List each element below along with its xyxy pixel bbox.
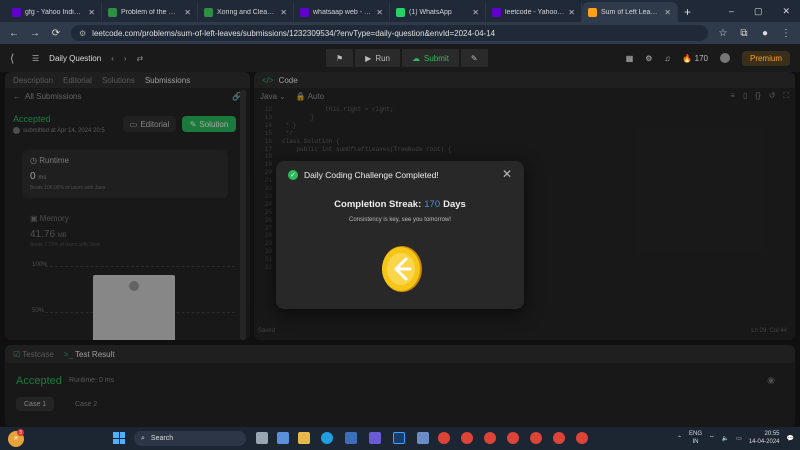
clock[interactable]: 20:55 14-04-2024 — [749, 430, 780, 446]
browser-tab[interactable]: whatsaap web - Yahoo India✕ — [294, 2, 390, 22]
close-tab-icon[interactable]: ✕ — [184, 8, 191, 17]
run-button[interactable]: ▶ Run — [355, 49, 401, 67]
wifi-icon[interactable]: ⌔ — [709, 434, 715, 442]
address-bar: ← → ⟳ ⚙ leetcode.com/problems/sum-of-lef… — [0, 22, 800, 44]
chrome-icon[interactable] — [576, 432, 588, 444]
chrome-icon[interactable] — [507, 432, 519, 444]
new-tab-button[interactable]: + — [678, 2, 697, 22]
favicon-icon — [12, 7, 21, 17]
premium-button[interactable]: Premium — [741, 50, 790, 66]
favicon-icon — [588, 7, 597, 17]
url-field[interactable]: ⚙ leetcode.com/problems/sum-of-left-leav… — [71, 25, 708, 41]
back-icon[interactable]: ← — [8, 28, 20, 39]
favicon-icon — [204, 7, 213, 17]
favicon-icon — [300, 7, 309, 17]
submit-button[interactable]: ☁ Submit — [402, 49, 459, 67]
weather-badge: 3 — [17, 429, 24, 436]
browser-tab[interactable]: leetcode - Yahoo India Search✕ — [486, 2, 582, 22]
site-info-icon[interactable]: ⚙ — [79, 29, 86, 38]
browser-tab[interactable]: Sum of Left Leaves ✕ — [582, 2, 678, 22]
start-button[interactable] — [113, 432, 125, 444]
browser-tab[interactable]: Problem of the Day | GeeksforGeeks✕ — [102, 2, 198, 22]
extensions-icon[interactable]: ⧉ — [738, 28, 750, 39]
chevron-up-icon[interactable]: ⌃ — [677, 435, 682, 442]
forward-icon[interactable]: → — [29, 28, 41, 39]
user-avatar[interactable] — [719, 53, 730, 63]
volume-icon[interactable]: 🔈 — [722, 435, 729, 442]
dialog-subtitle: Consistency is key, see you tomorrow! — [349, 217, 451, 223]
notification-icon[interactable]: 💬 — [787, 435, 794, 442]
debug-button[interactable]: ⚑ — [326, 49, 354, 67]
dialog-title: Daily Coding Challenge Completed! — [304, 170, 439, 180]
layout-icon[interactable]: ▦ — [626, 54, 634, 63]
coin-badge-icon — [382, 246, 422, 292]
streak-counter[interactable]: 🔥 170 — [682, 54, 708, 63]
leetcode-header: ⟨ ☰ Daily Question ‹ › ⇄ ⚑ ▶ Run ☁ Submit … — [0, 44, 800, 72]
reload-icon[interactable]: ⟳ — [50, 28, 62, 39]
browser-tab[interactable]: Xoring and Clearing | Practice✕ — [198, 2, 294, 22]
chrome-icon[interactable] — [438, 432, 450, 444]
chrome-icon[interactable] — [553, 432, 565, 444]
windows-taskbar: ☀ 3 ⌕ Search ⌃ ENG IN ⌔ 🔈 ▭ 20:55 14-04-20… — [0, 427, 800, 450]
daily-question-link[interactable]: Daily Question — [49, 54, 101, 63]
browser-tab-bar: gfg - Yahoo India Search✕Problem of the … — [0, 0, 800, 22]
file-explorer-icon[interactable] — [298, 432, 310, 444]
next-problem-icon[interactable]: › — [124, 54, 127, 63]
chrome-icon[interactable] — [461, 432, 473, 444]
close-tab-icon[interactable]: ✕ — [376, 8, 383, 17]
favicon-icon — [108, 7, 117, 17]
run-submit-bar: ⚑ ▶ Run ☁ Submit ✎ — [326, 49, 488, 67]
minimize-button[interactable]: – — [729, 6, 734, 16]
chrome-icon[interactable] — [484, 432, 496, 444]
window-controls: – ▢ ✕ — [729, 0, 800, 22]
maximize-button[interactable]: ▢ — [754, 6, 763, 17]
streak-count: 170 — [424, 199, 441, 210]
chrome-icon[interactable] — [530, 432, 542, 444]
cloud-upload-icon: ☁ — [412, 53, 421, 63]
task-view-icon[interactable] — [256, 432, 268, 444]
favicon-icon — [492, 7, 501, 17]
close-icon[interactable]: ✕ — [502, 167, 512, 181]
profile-avatar[interactable]: ● — [759, 28, 771, 39]
check-circle-icon: ✓ — [288, 170, 298, 180]
app-icon[interactable] — [369, 432, 381, 444]
teams-icon[interactable] — [277, 432, 289, 444]
app-icon[interactable] — [417, 432, 429, 444]
favicon-icon — [396, 7, 405, 17]
challenge-completed-dialog: ✓ Daily Coding Challenge Completed! ✕ Co… — [276, 161, 524, 309]
header-right: ▦ ⚙ ♫ 🔥 170 Premium — [626, 50, 790, 66]
menu-dots-icon[interactable]: ⋮ — [780, 28, 792, 39]
store-icon[interactable] — [345, 432, 357, 444]
notifications-icon[interactable]: ♫ — [664, 54, 670, 63]
settings-icon[interactable]: ⚙ — [645, 54, 652, 63]
system-tray: ⌃ ENG IN ⌔ 🔈 ▭ 20:55 14-04-2024 💬 — [677, 430, 794, 446]
completion-streak: Completion Streak: 170 Days — [334, 199, 466, 210]
language-indicator[interactable]: ENG IN — [689, 430, 702, 446]
fire-icon: 🔥 — [682, 53, 693, 63]
close-tab-icon[interactable]: ✕ — [664, 8, 671, 17]
close-tab-icon[interactable]: ✕ — [88, 8, 95, 17]
url-text: leetcode.com/problems/sum-of-left-leaves… — [92, 28, 496, 38]
search-icon: ⌕ — [141, 434, 145, 442]
taskbar-search[interactable]: ⌕ Search — [134, 431, 246, 446]
battery-icon[interactable]: ▭ — [736, 435, 742, 442]
browser-tab[interactable]: gfg - Yahoo India Search✕ — [6, 2, 102, 22]
close-tab-icon[interactable]: ✕ — [280, 8, 287, 17]
prev-problem-icon[interactable]: ‹ — [111, 54, 114, 63]
close-tab-icon[interactable]: ✕ — [568, 8, 575, 17]
bookmark-star-icon[interactable]: ☆ — [717, 28, 729, 39]
close-window-button[interactable]: ✕ — [782, 6, 790, 17]
leetcode-logo-icon[interactable]: ⟨ — [10, 52, 22, 65]
browser-tab[interactable]: (1) WhatsApp ✕ — [390, 2, 486, 22]
photoshop-icon[interactable] — [393, 432, 405, 444]
close-tab-icon[interactable]: ✕ — [472, 8, 479, 17]
play-icon: ▶ — [365, 53, 372, 63]
notes-button[interactable]: ✎ — [460, 49, 488, 67]
shuffle-icon[interactable]: ⇄ — [137, 54, 144, 63]
edge-icon[interactable] — [321, 432, 333, 444]
problem-list-icon[interactable]: ☰ — [32, 54, 39, 63]
